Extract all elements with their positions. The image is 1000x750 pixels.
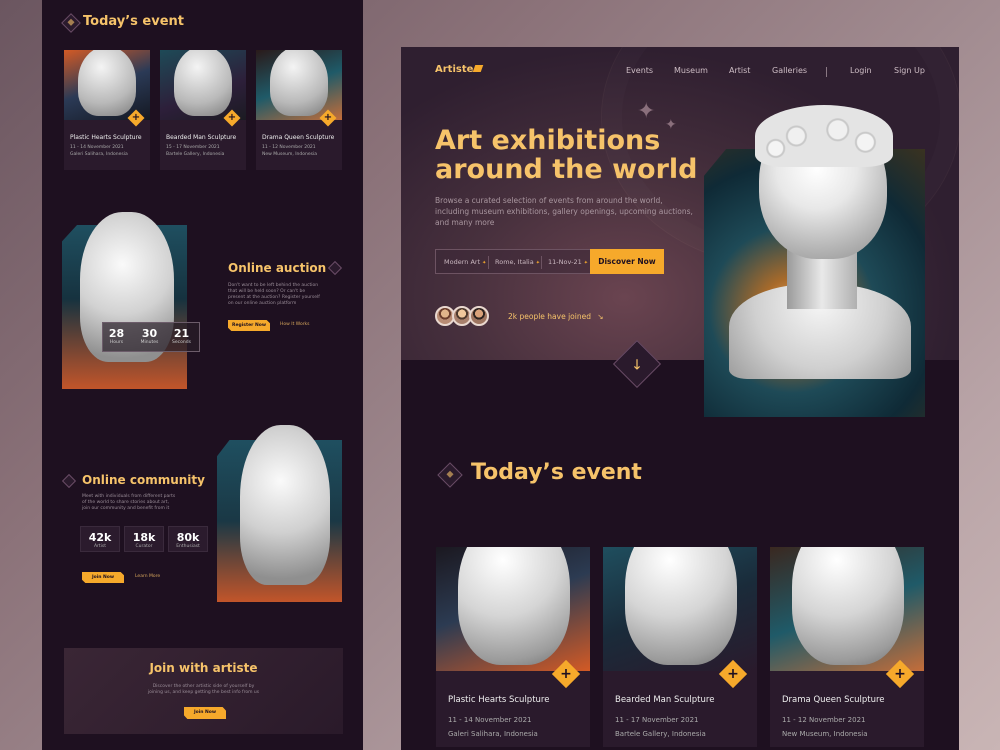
- stat-artist: 42k Artist: [80, 526, 120, 552]
- join-title: Join with artiste: [149, 661, 258, 675]
- nav-galleries[interactable]: Galleries: [772, 66, 807, 75]
- hero-title-line1: Art exhibitions: [435, 125, 661, 156]
- event-card[interactable]: + Plastic Hearts Sculpture 11 - 14 Novem…: [64, 50, 150, 170]
- card-date: 11 - 14 November 2021: [70, 145, 124, 150]
- sculpture-image: [770, 547, 924, 671]
- login-link[interactable]: Login: [850, 66, 872, 75]
- sculpture-image: [64, 50, 150, 120]
- join-description: Discover the other artistic side of your…: [147, 684, 260, 695]
- search-divider: [488, 256, 489, 269]
- plus-icon: +: [131, 112, 141, 123]
- category-select[interactable]: Modern Art ✦: [444, 258, 486, 266]
- logo-mark-icon: [473, 65, 484, 72]
- sculpture-image: [436, 547, 590, 671]
- hero-subtitle: Browse a curated selection of events fro…: [435, 196, 693, 227]
- event-card[interactable]: + Bearded Man Sculpture 15 - 17 November…: [160, 50, 246, 170]
- sparkle-icon: ✦: [637, 99, 656, 124]
- stat-curator: 18k Curator: [124, 526, 164, 552]
- joined-count-link[interactable]: 2k people have joined ↘: [508, 312, 604, 321]
- section-title-online-auction: Online auction: [228, 261, 327, 275]
- avatar: [469, 306, 489, 326]
- nav-museum[interactable]: Museum: [674, 66, 708, 75]
- section-title-todays-event: Today’s event: [471, 460, 642, 485]
- register-now-button[interactable]: Register Now: [228, 320, 270, 331]
- add-button[interactable]: +: [885, 659, 915, 689]
- join-now-button[interactable]: Join Now: [82, 572, 124, 583]
- countdown-hours: 28 Hours: [108, 327, 125, 345]
- learn-more-link[interactable]: Learn More: [135, 574, 160, 579]
- card-date: 11 - 12 November 2021: [782, 716, 866, 724]
- event-card[interactable]: + Plastic Hearts Sculpture 11 - 14 Novem…: [436, 547, 590, 747]
- card-title: Drama Queen Sculpture: [782, 695, 885, 705]
- card-date: 11 - 17 November 2021: [615, 716, 699, 724]
- event-card[interactable]: + Drama Queen Sculpture 11 - 12 November…: [256, 50, 342, 170]
- arrow-icon: [61, 13, 81, 33]
- arrow-right-icon: [437, 462, 463, 488]
- add-button[interactable]: +: [319, 109, 337, 127]
- arrow-icon: [61, 473, 77, 489]
- add-button[interactable]: +: [718, 659, 748, 689]
- event-card[interactable]: + Drama Queen Sculpture 11 - 12 November…: [770, 547, 924, 747]
- card-title: Bearded Man Sculpture: [166, 134, 237, 141]
- plus-icon: +: [560, 666, 572, 682]
- arrow-down-icon: ↓: [631, 357, 643, 374]
- search-divider: [541, 256, 542, 269]
- event-card[interactable]: + Bearded Man Sculpture 11 - 17 November…: [603, 547, 757, 747]
- join-now-button[interactable]: Join Now: [184, 707, 226, 719]
- card-location: Galeri Salihara, Indonesia: [448, 730, 538, 738]
- arrow-icon: [327, 260, 343, 276]
- arrow-down-right-icon: ↘: [597, 312, 604, 321]
- plus-icon: +: [323, 112, 333, 123]
- countdown-minutes: 30 Minutes: [140, 327, 159, 345]
- section-title-online-community: Online community: [82, 473, 205, 487]
- logo[interactable]: Artiste: [435, 64, 484, 75]
- plus-icon: +: [894, 666, 906, 682]
- nav-divider: [826, 67, 827, 77]
- location-select[interactable]: Rome, Italia ✦: [495, 258, 540, 266]
- desktop-landing-page: Artiste Events Museum Artist Galleries L…: [401, 47, 959, 750]
- nav-events[interactable]: Events: [626, 66, 653, 75]
- card-location: Bartele Gallery, Indonesia: [615, 730, 706, 738]
- left-preview-panel: Today’s event + Plastic Hearts Sculpture…: [42, 0, 363, 750]
- chevron-icon: ✦: [535, 260, 540, 266]
- section-title-todays-event: Today’s event: [83, 14, 185, 29]
- card-location: Bartele Gallery, Indonesia: [166, 152, 225, 157]
- card-title: Plastic Hearts Sculpture: [70, 134, 142, 141]
- sculpture-image: [160, 50, 246, 120]
- hero-title-line2: around the world: [435, 154, 698, 185]
- card-location: Galeri Salihara, Indonesia: [70, 152, 128, 157]
- sparkle-icon: ✦: [665, 117, 677, 133]
- card-date: 11 - 14 November 2021: [448, 716, 532, 724]
- plus-icon: +: [227, 112, 237, 123]
- card-location: New Museum, Indonesia: [262, 152, 317, 157]
- chevron-icon: ✦: [482, 260, 487, 266]
- sculpture-image: [256, 50, 342, 120]
- chevron-icon: ✦: [583, 260, 588, 266]
- card-date: 15 - 17 November 2021: [166, 145, 220, 150]
- card-date: 11 - 12 November 2021: [262, 145, 316, 150]
- sculpture-image: [603, 547, 757, 671]
- date-select[interactable]: 11-Nov-21 ✦: [548, 258, 588, 266]
- community-description: Meet with individuals from different par…: [82, 494, 176, 511]
- hero-sculpture-image: [729, 105, 911, 379]
- card-title: Drama Queen Sculpture: [262, 134, 335, 141]
- card-title: Bearded Man Sculpture: [615, 695, 715, 705]
- stat-enthusiast: 80k Enthusiast: [168, 526, 208, 552]
- signup-link[interactable]: Sign Up: [894, 66, 925, 75]
- card-title: Plastic Hearts Sculpture: [448, 695, 550, 705]
- add-button[interactable]: +: [551, 659, 581, 689]
- auction-description: Don't want to be left behind the auction…: [228, 283, 320, 306]
- sculpture-image: [240, 425, 330, 585]
- add-button[interactable]: +: [127, 109, 145, 127]
- card-location: New Museum, Indonesia: [782, 730, 868, 738]
- add-button[interactable]: +: [223, 109, 241, 127]
- discover-now-button[interactable]: Discover Now: [590, 249, 664, 274]
- countdown-seconds: 21 Seconds: [172, 327, 191, 345]
- how-it-works-link[interactable]: How It Works: [280, 322, 310, 327]
- nav-artist[interactable]: Artist: [729, 66, 750, 75]
- plus-icon: +: [727, 666, 739, 682]
